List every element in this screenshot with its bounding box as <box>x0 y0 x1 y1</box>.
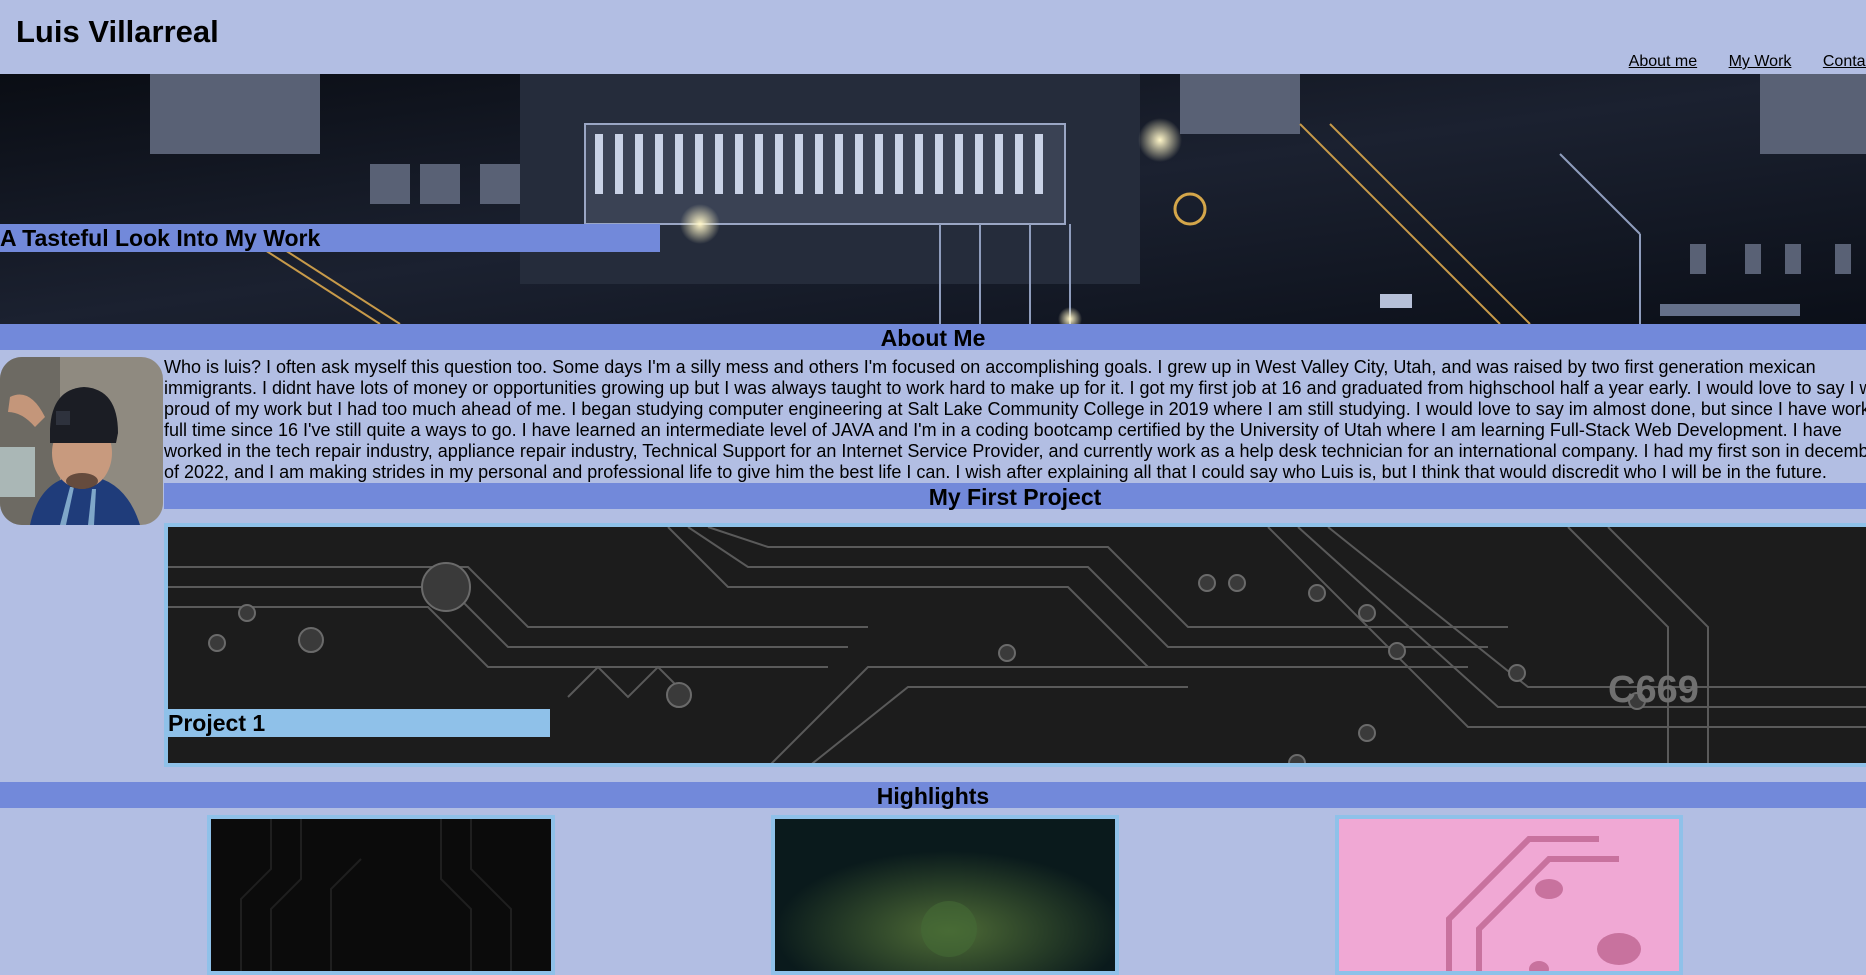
about-heading: About Me <box>0 324 1866 351</box>
about-line: immigrants. I didnt have lots of money o… <box>164 378 1866 398</box>
avatar-photo <box>0 357 163 525</box>
about-line: worked in the tech repair industry, appl… <box>164 441 1866 461</box>
hero-banner: A Tasteful Look Into My Work <box>0 74 1866 324</box>
highlight-card-3[interactable] <box>1335 815 1683 975</box>
avatar <box>0 357 163 525</box>
highlight-card-1[interactable] <box>207 815 555 975</box>
nav-my-work[interactable]: My Work <box>1729 53 1792 70</box>
project-label: Project 1 <box>168 709 550 737</box>
nav-about-me[interactable]: About me <box>1629 53 1697 70</box>
circuit-board-image <box>1339 819 1679 971</box>
about-line: full time since 16 I've still quite a wa… <box>164 420 1842 440</box>
about-line: Who is luis? I often ask myself this que… <box>164 357 1816 377</box>
main-nav: About me My Work Contacts <box>1629 53 1866 71</box>
circuit-board-image <box>0 74 1866 324</box>
about-line: of 2022, and I am making strides in my p… <box>164 462 1827 482</box>
circuit-board-image <box>775 819 1115 971</box>
about-text: Who is luis? I often ask myself this que… <box>164 357 1866 483</box>
highlight-card-2[interactable] <box>771 815 1119 975</box>
project-card[interactable]: C669 Project 1 <box>164 523 1866 767</box>
site-title: Luis Villarreal <box>16 14 219 49</box>
circuit-board-image <box>211 819 551 971</box>
hero-caption: A Tasteful Look Into My Work <box>0 224 660 252</box>
site-header: Luis Villarreal About me My Work Contact… <box>0 0 1866 74</box>
highlights-heading: Highlights <box>0 782 1866 809</box>
project-heading: My First Project <box>164 483 1866 510</box>
nav-contacts[interactable]: Contacts <box>1823 53 1866 70</box>
about-line: proud of my work but I had too much ahea… <box>164 399 1866 419</box>
svg-text:C669: C669 <box>1608 669 1699 711</box>
